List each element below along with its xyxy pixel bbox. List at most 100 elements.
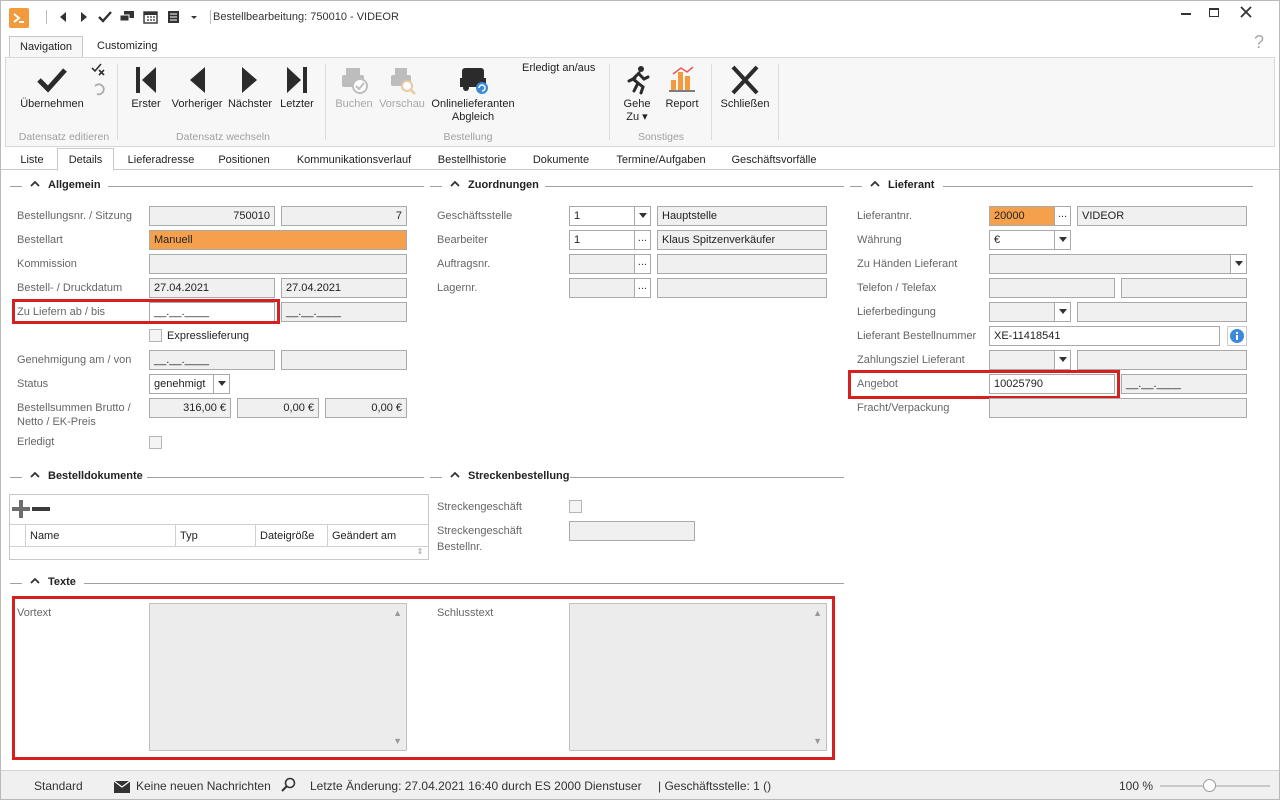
verwerfen-button[interactable] bbox=[91, 62, 105, 79]
telefon-field[interactable] bbox=[989, 278, 1115, 298]
lagernr-label: Lagernr. bbox=[437, 282, 478, 294]
chevron-down-icon[interactable] bbox=[635, 206, 651, 226]
help-icon[interactable]: ? bbox=[1254, 32, 1264, 53]
geschaeftsstelle-label: Geschäftsstelle bbox=[437, 210, 513, 222]
zu-liefern-bis-field[interactable]: __.__.____ bbox=[281, 302, 407, 322]
status-standard[interactable]: Standard bbox=[34, 779, 83, 793]
netto-field[interactable]: 0,00 € bbox=[237, 398, 319, 418]
kommission-field[interactable] bbox=[149, 254, 407, 274]
app-logo-icon[interactable] bbox=[9, 8, 29, 28]
add-icon[interactable] bbox=[12, 500, 30, 518]
ellipsis-icon[interactable]: ... bbox=[635, 278, 651, 298]
buchen-button[interactable]: Buchen bbox=[333, 64, 375, 110]
tab-bestellhistorie[interactable]: Bestellhistorie bbox=[428, 151, 516, 170]
lieferantnr-field[interactable]: 20000 bbox=[989, 206, 1055, 226]
minimize-icon[interactable] bbox=[1172, 3, 1200, 21]
bearbeiter-field[interactable]: 1 bbox=[569, 230, 635, 250]
column-header-name[interactable]: Name bbox=[26, 525, 176, 547]
erledigt-toggle-button[interactable]: Erledigt an/aus bbox=[522, 62, 602, 74]
lieferbedingung-select[interactable] bbox=[989, 302, 1055, 322]
geschaeftsstelle-select[interactable]: 1 bbox=[569, 206, 635, 226]
angebot-datum-field[interactable]: __.__.____ bbox=[1121, 374, 1247, 394]
search-icon[interactable] bbox=[281, 777, 297, 796]
ellipsis-icon[interactable]: ... bbox=[635, 254, 651, 274]
tab-details[interactable]: Details bbox=[57, 148, 114, 171]
maximize-icon[interactable] bbox=[1200, 3, 1228, 21]
uebernehmen-button[interactable]: Übernehmen bbox=[16, 64, 88, 110]
brutto-field[interactable]: 316,00 € bbox=[149, 398, 231, 418]
zahlungsziel-text-field[interactable] bbox=[1077, 350, 1247, 370]
schliessen-button[interactable]: Schließen bbox=[718, 64, 772, 110]
geschaeftsstelle-name-field[interactable]: Hauptstelle bbox=[657, 206, 827, 226]
vorheriger-button[interactable]: Vorheriger bbox=[169, 64, 225, 110]
quick-access-dropdown-icon[interactable] bbox=[186, 9, 202, 25]
ellipsis-icon[interactable]: ... bbox=[635, 230, 651, 250]
chevron-down-icon[interactable] bbox=[1055, 302, 1071, 322]
report-button[interactable]: Report bbox=[662, 64, 702, 110]
genehmigung-von-field[interactable] bbox=[281, 350, 407, 370]
ek-preis-field[interactable]: 0,00 € bbox=[325, 398, 407, 418]
auftrag-name-field[interactable] bbox=[657, 254, 827, 274]
bestellungsnr-field[interactable]: 750010 bbox=[149, 206, 275, 226]
tab-positionen[interactable]: Positionen bbox=[208, 151, 280, 170]
tab-lieferadresse[interactable]: Lieferadresse bbox=[117, 151, 205, 170]
lager-name-field[interactable] bbox=[657, 278, 827, 298]
bestelldokumente-grid[interactable]: Name Typ Dateigröße Geändert am ⇕ bbox=[9, 494, 429, 560]
column-header-geaendert-am[interactable]: Geändert am bbox=[328, 525, 410, 547]
scroll-arrows-icon[interactable]: ⇕ bbox=[412, 547, 428, 559]
zahlungsziel-select[interactable] bbox=[989, 350, 1055, 370]
gehe-zu-button[interactable]: Gehe Zu ▾ bbox=[618, 64, 656, 124]
auftragsnr-field[interactable] bbox=[569, 254, 635, 274]
tab-geschaeftsvorfaelle[interactable]: Geschäftsvorfälle bbox=[719, 151, 829, 170]
next-arrow-icon[interactable] bbox=[76, 9, 92, 25]
close-icon[interactable] bbox=[1232, 3, 1260, 21]
fracht-field[interactable] bbox=[989, 398, 1247, 418]
zu-haenden-select[interactable] bbox=[989, 254, 1231, 274]
strecken-bestellnr-field[interactable] bbox=[569, 521, 695, 541]
lieferbedingung-text-field[interactable] bbox=[1077, 302, 1247, 322]
genehmigung-am-field[interactable]: __.__.____ bbox=[149, 350, 275, 370]
column-header-dateigroesse[interactable]: Dateigröße bbox=[256, 525, 328, 547]
tab-kommunikationsverlauf[interactable]: Kommunikationsverlauf bbox=[283, 151, 425, 170]
naechster-button[interactable]: Nächster bbox=[226, 64, 274, 110]
onlinelieferanten-abgleich-button[interactable]: Onlinelieferanten Abgleich bbox=[428, 64, 518, 124]
expresslieferung-checkbox[interactable] bbox=[149, 329, 162, 342]
tab-termine-aufgaben[interactable]: Termine/Aufgaben bbox=[606, 151, 716, 170]
list-icon[interactable] bbox=[165, 9, 181, 25]
chevron-down-icon[interactable] bbox=[214, 374, 230, 394]
bestelldatum-field[interactable]: 27.04.2021 bbox=[149, 278, 275, 298]
sitzung-field[interactable]: 7 bbox=[281, 206, 407, 226]
waehrung-select[interactable]: € bbox=[989, 230, 1055, 250]
chat-icon[interactable] bbox=[119, 9, 135, 25]
chevron-down-icon[interactable] bbox=[1055, 350, 1071, 370]
remove-icon[interactable] bbox=[32, 500, 50, 518]
telefax-field[interactable] bbox=[1121, 278, 1247, 298]
status-nachrichten[interactable]: Keine neuen Nachrichten bbox=[136, 779, 271, 793]
erledigt-checkbox[interactable] bbox=[149, 436, 162, 449]
tab-dokumente[interactable]: Dokumente bbox=[519, 151, 603, 170]
bearbeiter-name-field[interactable]: Klaus Spitzenverkäufer bbox=[657, 230, 827, 250]
letzter-button[interactable]: Letzter bbox=[277, 64, 317, 110]
checkmark-icon[interactable] bbox=[97, 9, 113, 25]
ribbon-tab-navigation[interactable]: Navigation bbox=[9, 36, 83, 58]
tab-liste[interactable]: Liste bbox=[10, 151, 54, 170]
vorschau-button[interactable]: Vorschau bbox=[378, 64, 426, 110]
ellipsis-icon[interactable]: ... bbox=[1055, 206, 1071, 226]
status-select[interactable]: genehmigt bbox=[149, 374, 214, 394]
streckengeschaeft-checkbox[interactable] bbox=[569, 500, 582, 513]
chevron-down-icon[interactable] bbox=[1231, 254, 1247, 274]
lieferant-name-field[interactable]: VIDEOR bbox=[1077, 206, 1247, 226]
chevron-down-icon[interactable] bbox=[1055, 230, 1071, 250]
undo-icon[interactable] bbox=[91, 82, 105, 99]
previous-arrow-icon[interactable] bbox=[55, 9, 71, 25]
zoom-slider-thumb[interactable] bbox=[1203, 779, 1216, 792]
column-header-typ[interactable]: Typ bbox=[176, 525, 256, 547]
bestellart-field[interactable]: Manuell bbox=[149, 230, 407, 250]
erster-button[interactable]: Erster bbox=[126, 64, 166, 110]
calendar-icon[interactable] bbox=[142, 9, 158, 25]
info-icon[interactable] bbox=[1227, 326, 1247, 346]
druckdatum-field[interactable]: 27.04.2021 bbox=[281, 278, 407, 298]
ribbon-tab-customizing[interactable]: Customizing bbox=[87, 36, 168, 58]
lagernr-field[interactable] bbox=[569, 278, 635, 298]
bestellnummer-field[interactable]: XE-11418541 bbox=[989, 326, 1220, 346]
